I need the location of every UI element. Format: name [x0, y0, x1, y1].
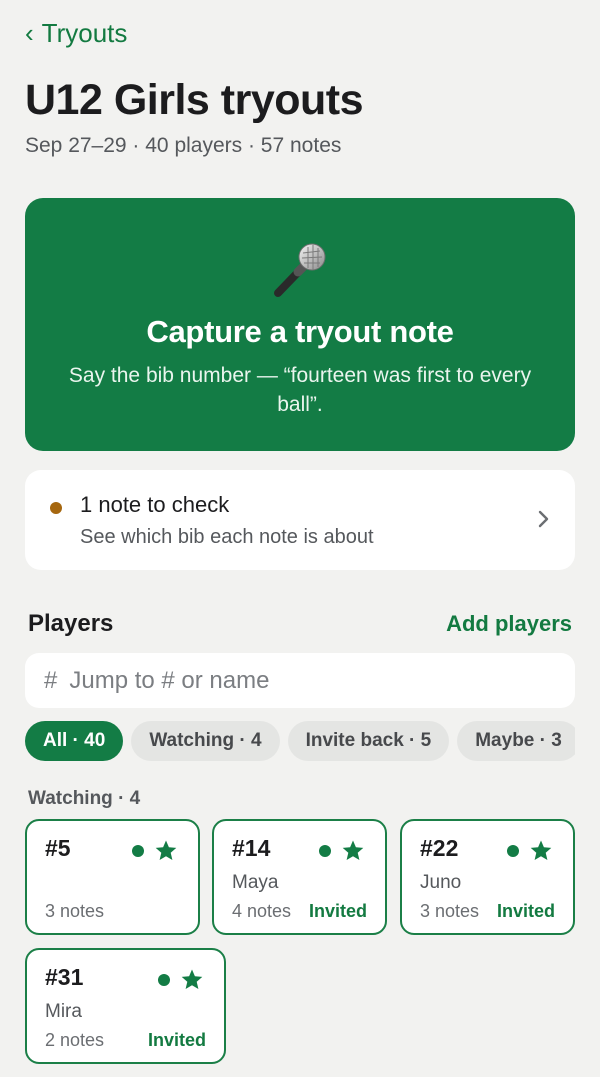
player-note-count: 3 notes: [45, 901, 105, 921]
add-players-button[interactable]: Add players: [446, 611, 572, 637]
player-card[interactable]: #14 Maya 4 notes Invited: [212, 819, 387, 935]
player-status: Invited: [308, 901, 367, 921]
player-search[interactable]: #: [25, 653, 575, 708]
notes-to-check-card[interactable]: 1 note to check See which bib each note …: [25, 470, 575, 570]
player-marks: [507, 839, 553, 863]
capture-subtitle: Say the bib number — “fourteen was first…: [68, 364, 532, 416]
player-number: #22: [420, 835, 459, 861]
star-icon: [342, 840, 364, 860]
star-icon: [181, 969, 203, 989]
player-number: #31: [45, 964, 84, 990]
watching-dot-icon: [158, 974, 170, 986]
back-link[interactable]: ‹ Tryouts: [25, 18, 127, 49]
page-meta: Sep 27–29 · 40 players · 57 notes: [25, 134, 342, 157]
player-name: Maya: [232, 872, 279, 893]
filter-chip-all[interactable]: All · 40: [25, 721, 124, 761]
player-name: Juno: [420, 872, 462, 893]
player-status: Invited: [147, 1030, 206, 1050]
player-note-count: 2 notes: [45, 1030, 105, 1050]
filter-chip-invite-back[interactable]: Invite back · 5: [287, 721, 450, 761]
player-marks: [158, 968, 204, 992]
watching-dot-icon: [507, 845, 519, 857]
chevron-right-icon: [538, 510, 549, 528]
watching-dot-icon: [319, 845, 331, 857]
filter-chips: All · 40 Watching · 4 Invite back · 5 Ma…: [25, 721, 575, 761]
capture-title: Capture a tryout note: [146, 314, 454, 349]
player-marks: [132, 839, 178, 863]
player-note-count: 3 notes: [420, 901, 480, 921]
watching-dot-icon: [132, 845, 144, 857]
check-title: 1 note to check: [80, 492, 230, 517]
page-title: U12 Girls tryouts: [25, 76, 364, 124]
player-note-count: 4 notes: [232, 901, 292, 921]
player-card[interactable]: #31 Mira 2 notes Invited: [25, 948, 226, 1064]
player-status: Invited: [496, 901, 555, 921]
back-label: Tryouts: [41, 18, 128, 48]
filter-chip-watching[interactable]: Watching · 4: [131, 721, 280, 761]
players-section-title: Players: [28, 610, 114, 637]
check-subtitle: See which bib each note is about: [80, 526, 374, 548]
group-label-watching: Watching · 4: [28, 788, 141, 809]
player-number: #5: [45, 835, 71, 861]
capture-note-button[interactable]: Capture a tryout note Say the bib number…: [25, 198, 575, 451]
chevron-left-icon: ‹: [25, 17, 34, 48]
player-name: Mira: [45, 1001, 82, 1022]
search-input[interactable]: [69, 666, 530, 695]
star-icon: [530, 840, 552, 860]
status-dot: [50, 502, 62, 514]
player-marks: [319, 839, 365, 863]
filter-chip-maybe[interactable]: Maybe · 3: [457, 721, 575, 761]
microphone-icon: [274, 243, 326, 297]
player-number: #14: [232, 835, 271, 861]
player-card[interactable]: #5 3 notes: [25, 819, 200, 935]
star-icon: [155, 840, 177, 860]
player-card[interactable]: #22 Juno 3 notes Invited: [400, 819, 575, 935]
hash-icon: #: [44, 666, 58, 694]
